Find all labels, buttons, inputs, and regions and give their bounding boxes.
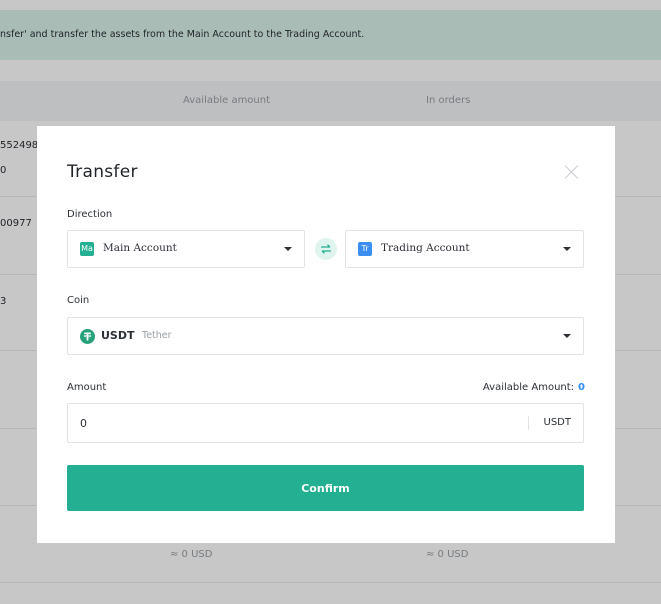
to-account-select[interactable]: Tr Trading Account <box>345 230 584 268</box>
swap-direction-icon[interactable] <box>315 238 337 260</box>
available-amount-value[interactable]: 0 <box>578 382 585 393</box>
direction-label: Direction <box>67 209 113 220</box>
tether-icon <box>80 329 95 344</box>
chevron-down-icon <box>284 247 292 251</box>
amount-unit: USDT <box>543 417 571 428</box>
to-account-label: Trading Account <box>381 242 470 254</box>
chevron-down-icon <box>563 334 571 338</box>
trading-account-icon: Tr <box>358 242 372 256</box>
available-amount-label: Available Amount: <box>482 382 575 393</box>
amount-input[interactable] <box>68 404 508 442</box>
coin-label: Coin <box>67 295 90 306</box>
coin-select[interactable]: USDT Tether <box>67 317 584 355</box>
modal-title: Transfer <box>67 162 138 182</box>
amount-divider <box>528 416 529 430</box>
transfer-modal: Transfer Direction Ma Main Account Tr Tr… <box>37 126 615 543</box>
coin-symbol: USDT <box>101 329 135 342</box>
from-account-label: Main Account <box>103 242 177 254</box>
available-amount: Available Amount: 0 <box>483 382 585 393</box>
amount-label: Amount <box>67 382 107 393</box>
coin-name: Tether <box>142 330 172 341</box>
main-account-icon: Ma <box>80 242 94 256</box>
from-account-select[interactable]: Ma Main Account <box>67 230 305 268</box>
confirm-button[interactable]: Confirm <box>67 465 584 511</box>
close-icon[interactable] <box>564 164 580 180</box>
chevron-down-icon <box>563 247 571 251</box>
amount-field[interactable]: USDT <box>67 403 584 443</box>
